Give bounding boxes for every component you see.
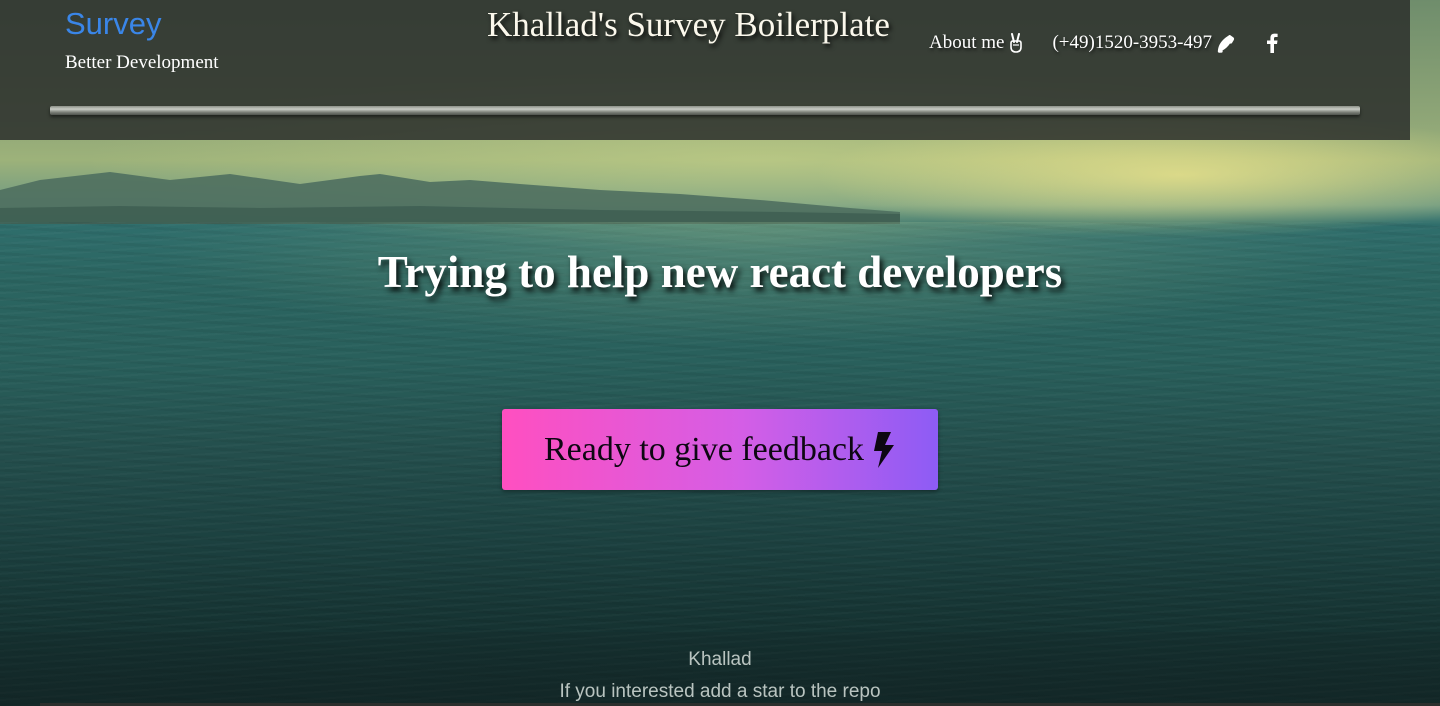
- header-divider: [50, 106, 1360, 115]
- brand-tagline: Better Development: [65, 52, 219, 73]
- victory-hand-icon: [1008, 33, 1024, 53]
- nav-phone-link[interactable]: (+49)1520-3953-497: [1052, 32, 1236, 54]
- give-feedback-label: Ready to give feedback: [543, 430, 865, 468]
- site-header: Survey Better Development Khallad's Surv…: [0, 0, 1410, 140]
- footer-author: Khallad: [688, 649, 752, 670]
- nav-phone-label: (+49)1520-3953-497: [1052, 32, 1212, 53]
- hero-heading: Trying to help new react developers: [377, 247, 1063, 297]
- header-nav: About me (+49)1520-3953-497: [929, 30, 1278, 56]
- site-title: Khallad's Survey Boilerplate: [487, 5, 890, 44]
- nav-about-label: About me: [929, 32, 1005, 53]
- brand-logo-link[interactable]: Survey: [65, 6, 161, 42]
- site-footer: Khallad If you interested add a star to …: [0, 632, 1440, 706]
- phone-icon: [1216, 33, 1236, 53]
- bolt-icon: [872, 431, 896, 468]
- footer-note: If you interested add a star to the repo: [559, 681, 881, 702]
- give-feedback-button[interactable]: Ready to give feedback: [502, 409, 938, 490]
- nav-about-link[interactable]: About me: [929, 32, 1024, 54]
- nav-facebook-link[interactable]: [1262, 33, 1278, 53]
- facebook-icon: [1266, 33, 1278, 53]
